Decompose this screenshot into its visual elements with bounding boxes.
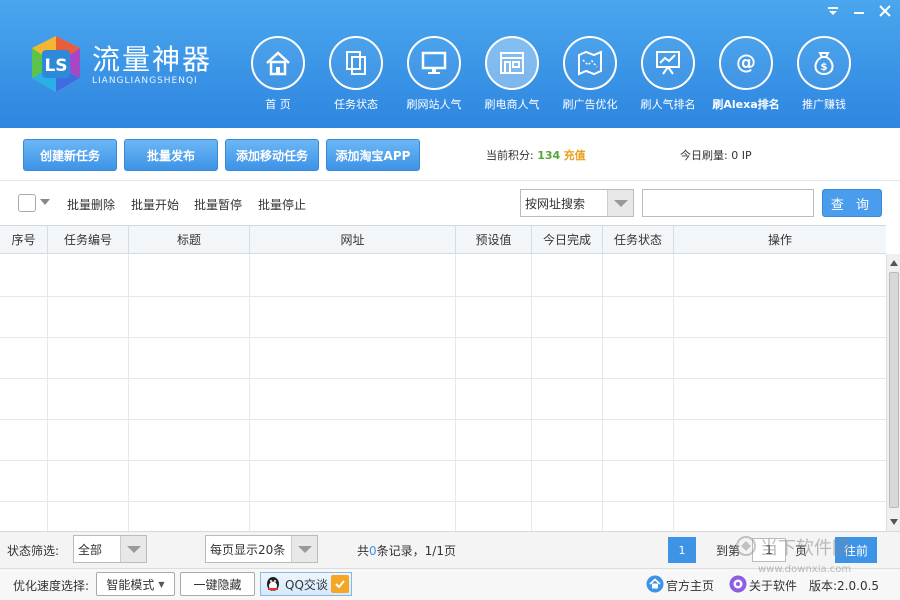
chevron-down-icon — [291, 536, 317, 562]
speed-mode-value: 智能模式 — [106, 577, 155, 592]
today-value: 0 IP — [731, 149, 752, 162]
nav-label: 刷电商人气 — [484, 98, 540, 111]
nav-label: 刷人气排名 — [640, 98, 696, 111]
chevron-down-icon: ▼ — [158, 579, 165, 589]
nav-popularity-ranking[interactable]: 刷人气排名 — [631, 36, 705, 116]
watermark-name: 当下软件园 — [760, 538, 850, 559]
nav-label: 首 页 — [265, 98, 291, 111]
chevron-down-icon — [607, 190, 633, 216]
page-size-select[interactable]: 每页显示20条 — [205, 535, 318, 563]
grid-line — [0, 419, 886, 420]
chevron-down-icon[interactable] — [40, 199, 50, 205]
column-header[interactable]: 今日完成 — [532, 226, 603, 254]
status-filter-label: 状态筛选: — [7, 544, 60, 558]
status-filter-select[interactable]: 全部 — [73, 535, 147, 563]
menu-dropdown-icon[interactable] — [822, 4, 844, 22]
nav-ad-optimization[interactable]: 刷广告优化 — [553, 36, 627, 116]
column-header[interactable]: 网址 — [250, 226, 456, 254]
close-icon[interactable] — [874, 4, 896, 22]
documents-icon — [329, 36, 383, 90]
hide-window-button[interactable]: 一键隐藏 — [180, 572, 255, 596]
presentation-chart-icon — [641, 36, 695, 90]
search-type-value: 按网址搜索 — [525, 196, 586, 211]
points-display: 当前积分: 134 充值 — [486, 147, 586, 163]
scroll-thumb[interactable] — [889, 272, 899, 508]
column-header[interactable]: 预设值 — [456, 226, 532, 254]
speed-mode-select[interactable]: 智能模式 ▼ — [96, 572, 175, 596]
query-button[interactable]: 查 询 — [822, 189, 882, 217]
app-logo: LS — [26, 34, 86, 94]
storefront-icon — [485, 36, 539, 90]
money-bag-icon: $ — [797, 36, 851, 90]
nav-label: 刷广告优化 — [562, 98, 618, 111]
batch-stop-link[interactable]: 批量停止 — [258, 196, 306, 213]
search-type-select[interactable]: 按网址搜索 — [520, 189, 634, 217]
grid-line — [0, 296, 886, 297]
chevron-down-icon — [120, 536, 146, 562]
grid-line — [0, 460, 886, 461]
column-header[interactable]: 序号 — [0, 226, 48, 254]
points-value: 134 — [537, 149, 561, 162]
table-header: 序号 任务编号 标题 网址 预设值 今日完成 任务状态 操作 — [0, 226, 886, 254]
official-home-link[interactable]: 官方主页 — [666, 577, 714, 594]
page-size-value: 每页显示20条 — [210, 542, 286, 557]
scroll-up-icon[interactable] — [887, 256, 900, 270]
today-traffic-display: 今日刷量: 0 IP — [680, 147, 752, 163]
add-taobao-app-button[interactable]: 添加淘宝APP — [326, 139, 420, 171]
qq-chat-button[interactable]: QQ交谈 — [260, 572, 352, 596]
nav-label: 刷Alexa排名 — [712, 98, 780, 111]
add-mobile-task-button[interactable]: 添加移动任务 — [225, 139, 319, 171]
batch-publish-button[interactable]: 批量发布 — [124, 139, 218, 171]
nav-ecommerce-traffic[interactable]: 刷电商人气 — [475, 36, 549, 116]
nav-website-traffic[interactable]: 刷网站人气 — [397, 36, 471, 116]
speed-label: 优化速度选择: — [13, 579, 90, 593]
app-title: 流量神器 — [92, 43, 213, 76]
task-table: 序号 任务编号 标题 网址 预设值 今日完成 任务状态 操作 — [0, 225, 886, 531]
at-sign-icon: @ — [719, 36, 773, 90]
svg-text:LS: LS — [44, 56, 67, 76]
select-all-checkbox[interactable] — [18, 194, 36, 212]
minimize-icon[interactable] — [848, 4, 870, 22]
column-header[interactable]: 任务编号 — [48, 226, 129, 254]
watermark-logo: 当下软件园 www.downxia.com — [736, 532, 886, 582]
watermark-url: www.downxia.com — [758, 564, 851, 575]
status-filter-value: 全部 — [78, 542, 103, 557]
recharge-link[interactable]: 充值 — [564, 149, 586, 162]
home-icon — [646, 575, 664, 596]
column-header[interactable]: 任务状态 — [603, 226, 674, 254]
map-icon — [563, 36, 617, 90]
nav-label: 刷网站人气 — [406, 98, 462, 111]
grid-line — [0, 501, 886, 502]
nav-label: 推广赚钱 — [802, 98, 846, 111]
nav-home[interactable]: 首 页 — [241, 36, 315, 116]
grid-line — [0, 337, 886, 338]
batch-delete-link[interactable]: 批量删除 — [67, 196, 115, 213]
nav-label: 任务状态 — [334, 98, 378, 111]
records-summary: 共0条记录，1/1页 — [357, 544, 456, 558]
table-scrollbar[interactable] — [886, 254, 900, 531]
page-number-button[interactable]: 1 — [668, 537, 696, 563]
nav-promote-earn[interactable]: $ 推广赚钱 — [787, 36, 861, 116]
search-input[interactable] — [642, 189, 814, 217]
column-header[interactable]: 标题 — [129, 226, 250, 254]
batch-start-link[interactable]: 批量开始 — [131, 196, 179, 213]
scroll-down-icon[interactable] — [887, 515, 900, 529]
column-header[interactable]: 操作 — [674, 226, 886, 254]
create-task-button[interactable]: 创建新任务 — [23, 139, 117, 171]
batch-pause-link[interactable]: 批量暂停 — [194, 196, 242, 213]
app-subtitle: LIANGLIANGSHENQI — [92, 76, 198, 86]
nav-alexa-ranking[interactable]: @ 刷Alexa排名 — [709, 36, 783, 116]
home-icon — [251, 36, 305, 90]
qq-chat-label: QQ交谈 — [285, 577, 328, 592]
app-window: LS 流量神器 LIANGLIANGSHENQI 首 页 任务状态 刷网站人气 … — [0, 0, 900, 600]
grid-line — [0, 378, 886, 379]
points-label: 当前积分: — [486, 149, 534, 162]
svg-text:$: $ — [821, 62, 828, 73]
monitor-icon — [407, 36, 461, 90]
nav-task-status[interactable]: 任务状态 — [319, 36, 393, 116]
today-label: 今日刷量: — [680, 149, 728, 162]
check-icon — [331, 575, 349, 593]
svg-text:@: @ — [736, 50, 756, 74]
qq-penguin-icon — [264, 575, 282, 593]
